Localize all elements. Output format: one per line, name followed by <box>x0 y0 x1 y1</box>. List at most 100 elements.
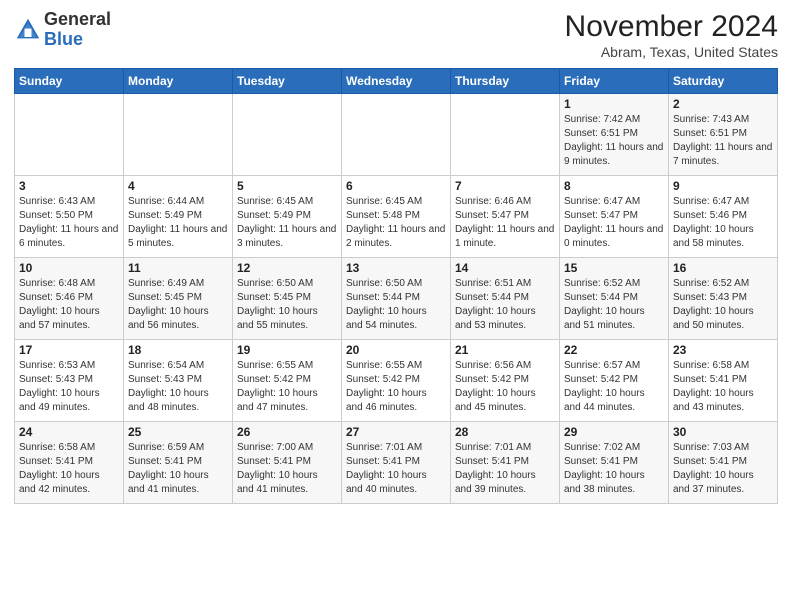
day-info: Sunrise: 7:01 AM Sunset: 5:41 PM Dayligh… <box>455 441 555 497</box>
week-row-2: 3 Sunrise: 6:43 AM Sunset: 5:50 PM Daylig… <box>15 176 778 258</box>
day-number: 2 <box>673 97 773 111</box>
calendar-cell: 22 Sunrise: 6:57 AM Sunset: 5:42 PM Dayli… <box>560 340 669 422</box>
calendar-cell: 8 Sunrise: 6:47 AM Sunset: 5:47 PM Daylig… <box>560 176 669 258</box>
calendar-cell: 12 Sunrise: 6:50 AM Sunset: 5:45 PM Dayli… <box>233 258 342 340</box>
calendar-cell: 30 Sunrise: 7:03 AM Sunset: 5:41 PM Dayli… <box>669 422 778 504</box>
calendar-cell: 3 Sunrise: 6:43 AM Sunset: 5:50 PM Daylig… <box>15 176 124 258</box>
day-info: Sunrise: 6:45 AM Sunset: 5:49 PM Dayligh… <box>237 195 337 251</box>
day-number: 16 <box>673 261 773 275</box>
day-info: Sunrise: 6:46 AM Sunset: 5:47 PM Dayligh… <box>455 195 555 251</box>
calendar-cell: 18 Sunrise: 6:54 AM Sunset: 5:43 PM Dayli… <box>124 340 233 422</box>
day-info: Sunrise: 6:43 AM Sunset: 5:50 PM Dayligh… <box>19 195 119 251</box>
day-info: Sunrise: 6:54 AM Sunset: 5:43 PM Dayligh… <box>128 359 228 415</box>
weekday-header-tuesday: Tuesday <box>233 69 342 94</box>
calendar-cell: 26 Sunrise: 7:00 AM Sunset: 5:41 PM Dayli… <box>233 422 342 504</box>
calendar-cell: 11Sunrise: 6:49 AM Sunset: 5:45 PM Dayli… <box>124 258 233 340</box>
day-number: 30 <box>673 425 773 439</box>
calendar-cell: 13Sunrise: 6:50 AM Sunset: 5:44 PM Dayli… <box>342 258 451 340</box>
day-info: Sunrise: 7:03 AM Sunset: 5:41 PM Dayligh… <box>673 441 773 497</box>
calendar-cell: 21 Sunrise: 6:56 AM Sunset: 5:42 PM Dayli… <box>451 340 560 422</box>
day-number: 12 <box>237 261 337 275</box>
logo: General Blue <box>14 10 111 50</box>
day-number: 6 <box>346 179 446 193</box>
weekday-header-wednesday: Wednesday <box>342 69 451 94</box>
page-header: General Blue November 2024 Abram, Texas,… <box>14 10 778 60</box>
day-number: 11 <box>128 261 228 275</box>
calendar-cell: 28Sunrise: 7:01 AM Sunset: 5:41 PM Dayli… <box>451 422 560 504</box>
day-info: Sunrise: 7:43 AM Sunset: 6:51 PM Dayligh… <box>673 113 773 169</box>
calendar-cell <box>451 94 560 176</box>
day-number: 3 <box>19 179 119 193</box>
day-info: Sunrise: 6:48 AM Sunset: 5:46 PM Dayligh… <box>19 277 119 333</box>
day-info: Sunrise: 6:50 AM Sunset: 5:45 PM Dayligh… <box>237 277 337 333</box>
day-info: Sunrise: 6:55 AM Sunset: 5:42 PM Dayligh… <box>237 359 337 415</box>
day-info: Sunrise: 6:51 AM Sunset: 5:44 PM Dayligh… <box>455 277 555 333</box>
day-info: Sunrise: 6:55 AM Sunset: 5:42 PM Dayligh… <box>346 359 446 415</box>
day-number: 15 <box>564 261 664 275</box>
calendar-cell <box>233 94 342 176</box>
calendar-cell: 29 Sunrise: 7:02 AM Sunset: 5:41 PM Dayli… <box>560 422 669 504</box>
week-row-4: 17 Sunrise: 6:53 AM Sunset: 5:43 PM Dayli… <box>15 340 778 422</box>
calendar-cell <box>124 94 233 176</box>
calendar-cell: 15 Sunrise: 6:52 AM Sunset: 5:44 PM Dayli… <box>560 258 669 340</box>
calendar-cell: 2 Sunrise: 7:43 AM Sunset: 6:51 PM Daylig… <box>669 94 778 176</box>
logo-blue-text: Blue <box>44 29 83 49</box>
week-row-5: 24 Sunrise: 6:58 AM Sunset: 5:41 PM Dayli… <box>15 422 778 504</box>
weekday-header-thursday: Thursday <box>451 69 560 94</box>
calendar-cell: 14 Sunrise: 6:51 AM Sunset: 5:44 PM Dayli… <box>451 258 560 340</box>
day-number: 18 <box>128 343 228 357</box>
day-info: Sunrise: 6:47 AM Sunset: 5:47 PM Dayligh… <box>564 195 664 251</box>
day-number: 17 <box>19 343 119 357</box>
calendar-cell: 24 Sunrise: 6:58 AM Sunset: 5:41 PM Dayli… <box>15 422 124 504</box>
calendar-cell: 20 Sunrise: 6:55 AM Sunset: 5:42 PM Dayli… <box>342 340 451 422</box>
day-info: Sunrise: 6:52 AM Sunset: 5:44 PM Dayligh… <box>564 277 664 333</box>
page-container: General Blue November 2024 Abram, Texas,… <box>0 0 792 512</box>
calendar-cell: 6 Sunrise: 6:45 AM Sunset: 5:48 PM Daylig… <box>342 176 451 258</box>
day-number: 26 <box>237 425 337 439</box>
day-number: 19 <box>237 343 337 357</box>
calendar-cell: 5Sunrise: 6:45 AM Sunset: 5:49 PM Daylig… <box>233 176 342 258</box>
location-text: Abram, Texas, United States <box>565 44 778 60</box>
day-info: Sunrise: 7:01 AM Sunset: 5:41 PM Dayligh… <box>346 441 446 497</box>
day-number: 20 <box>346 343 446 357</box>
calendar-cell: 23Sunrise: 6:58 AM Sunset: 5:41 PM Dayli… <box>669 340 778 422</box>
day-number: 24 <box>19 425 119 439</box>
day-info: Sunrise: 6:45 AM Sunset: 5:48 PM Dayligh… <box>346 195 446 251</box>
calendar-cell: 7 Sunrise: 6:46 AM Sunset: 5:47 PM Daylig… <box>451 176 560 258</box>
calendar-cell: 27 Sunrise: 7:01 AM Sunset: 5:41 PM Dayli… <box>342 422 451 504</box>
logo-general-text: General <box>44 9 111 29</box>
day-info: Sunrise: 6:57 AM Sunset: 5:42 PM Dayligh… <box>564 359 664 415</box>
day-info: Sunrise: 7:02 AM Sunset: 5:41 PM Dayligh… <box>564 441 664 497</box>
weekday-header-row: SundayMondayTuesdayWednesdayThursdayFrid… <box>15 69 778 94</box>
day-number: 14 <box>455 261 555 275</box>
day-number: 4 <box>128 179 228 193</box>
day-info: Sunrise: 6:44 AM Sunset: 5:49 PM Dayligh… <box>128 195 228 251</box>
calendar-cell: 10Sunrise: 6:48 AM Sunset: 5:46 PM Dayli… <box>15 258 124 340</box>
week-row-1: 1Sunrise: 7:42 AM Sunset: 6:51 PM Daylig… <box>15 94 778 176</box>
day-info: Sunrise: 6:47 AM Sunset: 5:46 PM Dayligh… <box>673 195 773 251</box>
calendar-table: SundayMondayTuesdayWednesdayThursdayFrid… <box>14 68 778 504</box>
calendar-cell: 25Sunrise: 6:59 AM Sunset: 5:41 PM Dayli… <box>124 422 233 504</box>
day-number: 27 <box>346 425 446 439</box>
week-row-3: 10Sunrise: 6:48 AM Sunset: 5:46 PM Dayli… <box>15 258 778 340</box>
calendar-cell: 9 Sunrise: 6:47 AM Sunset: 5:46 PM Daylig… <box>669 176 778 258</box>
weekday-header-monday: Monday <box>124 69 233 94</box>
day-number: 21 <box>455 343 555 357</box>
day-info: Sunrise: 7:42 AM Sunset: 6:51 PM Dayligh… <box>564 113 664 169</box>
day-info: Sunrise: 6:58 AM Sunset: 5:41 PM Dayligh… <box>19 441 119 497</box>
title-block: November 2024 Abram, Texas, United State… <box>565 10 778 60</box>
calendar-cell: 17 Sunrise: 6:53 AM Sunset: 5:43 PM Dayli… <box>15 340 124 422</box>
logo-icon <box>14 16 42 44</box>
day-number: 8 <box>564 179 664 193</box>
day-number: 7 <box>455 179 555 193</box>
day-number: 29 <box>564 425 664 439</box>
day-info: Sunrise: 6:56 AM Sunset: 5:42 PM Dayligh… <box>455 359 555 415</box>
day-number: 22 <box>564 343 664 357</box>
day-number: 9 <box>673 179 773 193</box>
day-number: 13 <box>346 261 446 275</box>
day-info: Sunrise: 6:53 AM Sunset: 5:43 PM Dayligh… <box>19 359 119 415</box>
day-info: Sunrise: 7:00 AM Sunset: 5:41 PM Dayligh… <box>237 441 337 497</box>
calendar-cell: 19 Sunrise: 6:55 AM Sunset: 5:42 PM Dayli… <box>233 340 342 422</box>
calendar-cell <box>15 94 124 176</box>
calendar-cell: 16Sunrise: 6:52 AM Sunset: 5:43 PM Dayli… <box>669 258 778 340</box>
